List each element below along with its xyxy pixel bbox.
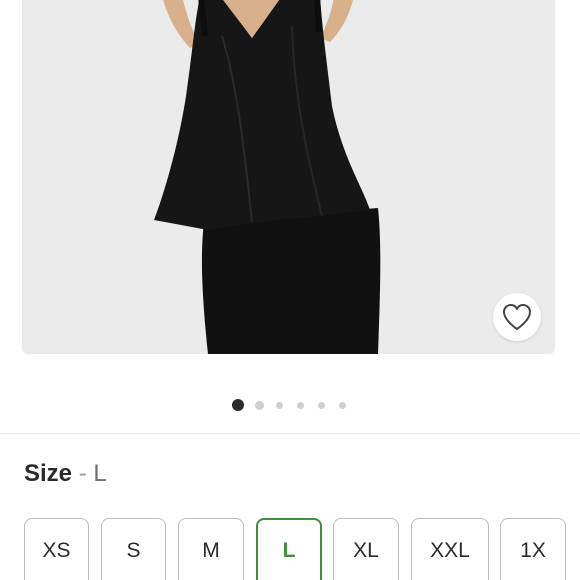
right-arm: [320, 0, 353, 42]
size-title: Size: [24, 460, 73, 487]
carousel-dot[interactable]: [276, 402, 283, 409]
selected-size-value: L: [93, 460, 107, 487]
size-option-label: 1X: [520, 539, 546, 562]
carousel-dot[interactable]: [318, 402, 325, 409]
favorite-button[interactable]: [493, 293, 541, 341]
size-option-xxl[interactable]: XXL: [411, 518, 489, 580]
skirt: [201, 208, 381, 354]
size-separator: -: [78, 460, 87, 487]
size-option-label: XS: [42, 539, 71, 562]
size-option-xs[interactable]: XS: [24, 518, 89, 580]
size-option-label: L: [282, 539, 296, 562]
size-option-s[interactable]: S: [101, 518, 166, 580]
size-option-1x[interactable]: 1X: [500, 518, 566, 580]
size-option-label: XL: [353, 539, 379, 562]
size-option-label: XXL: [430, 539, 470, 562]
size-heading: Size - L: [24, 458, 107, 490]
size-option-l[interactable]: L: [256, 518, 322, 580]
heart-icon: [503, 304, 531, 330]
carousel-indicator: [0, 398, 580, 412]
carousel-dot-active[interactable]: [232, 399, 244, 411]
product-image[interactable]: [22, 0, 555, 354]
size-option-xl[interactable]: XL: [333, 518, 399, 580]
section-divider: [0, 433, 580, 434]
carousel-dot[interactable]: [297, 402, 304, 409]
carousel-dot[interactable]: [255, 401, 264, 410]
size-option-label: S: [126, 539, 141, 562]
size-option-label: M: [202, 539, 220, 562]
size-option-m[interactable]: M: [178, 518, 244, 580]
carousel-dot[interactable]: [339, 402, 346, 409]
size-options: XS S M L XL XXL 1X: [0, 518, 580, 580]
product-photo: [154, 0, 381, 354]
